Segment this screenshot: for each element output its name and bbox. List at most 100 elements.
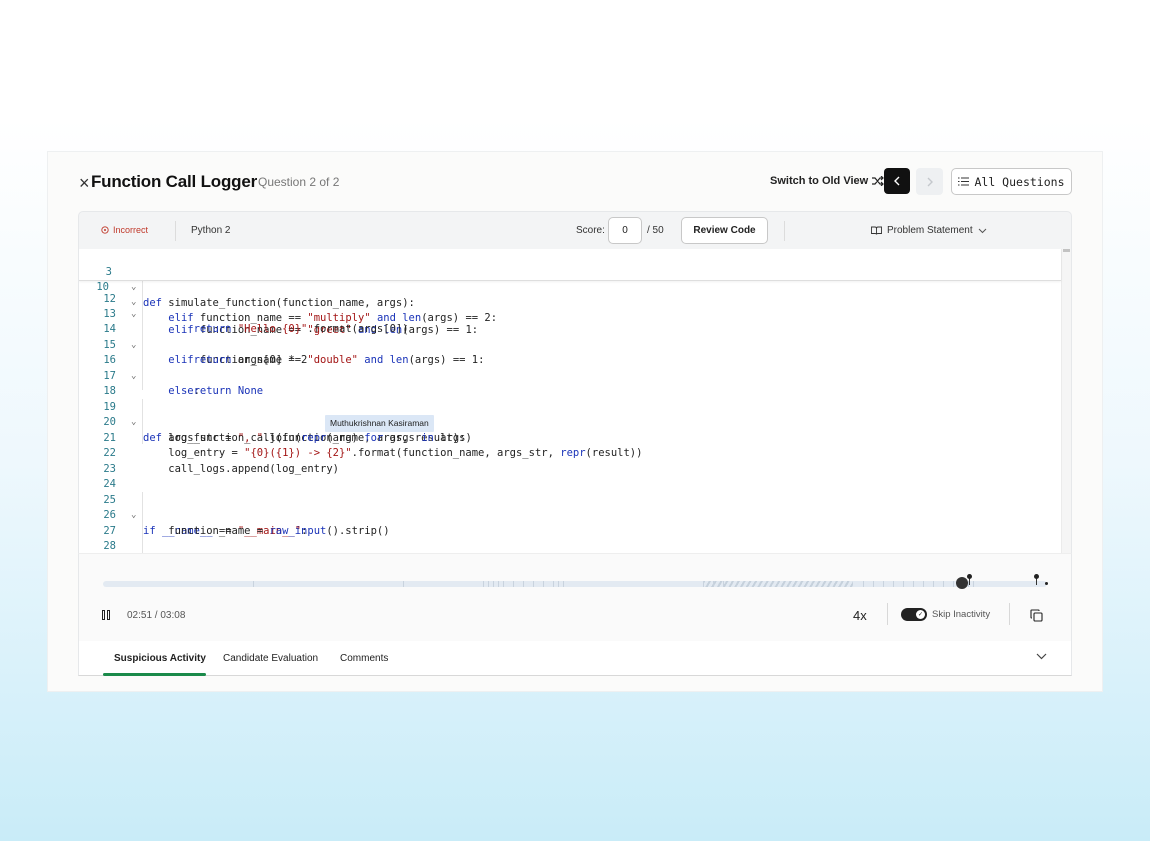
timeline-activity-tick [513, 581, 514, 587]
score-max: / 50 [647, 225, 664, 236]
code-line: 20 args_str = ", ".join(repr(arg) for ar… [103, 416, 472, 444]
skip-inactivity-toggle[interactable]: ✓ [901, 608, 927, 621]
tab-comments[interactable]: Comments [340, 653, 388, 664]
code-line: 24 [103, 478, 116, 490]
chevron-down-icon[interactable] [1036, 653, 1047, 660]
timeline-activity-tick [863, 581, 864, 587]
event-marker-dot[interactable] [1034, 574, 1039, 579]
timeline-activity-tick [893, 581, 894, 587]
timeline-activity-tick [403, 581, 404, 587]
chevron-down-icon [978, 228, 986, 233]
score-input[interactable]: 0 [608, 217, 642, 244]
code-line: 25 ⌄ if __name__ == "__main__": [103, 493, 308, 537]
divider [887, 603, 888, 625]
fold-chevron-icon[interactable]: ⌄ [131, 338, 136, 354]
divider [1009, 603, 1010, 625]
timeline-activity-tick [953, 581, 954, 587]
timeline-activity-tick [563, 581, 564, 587]
timeline-activity-tick [483, 581, 484, 587]
timeline-activity-tick [973, 581, 974, 587]
timeline-activity-tick [493, 581, 494, 587]
tab-candidate-evaluation[interactable]: Candidate Evaluation [223, 653, 318, 664]
playback-time: 02:51 / 03:08 [127, 610, 186, 621]
active-tab-indicator [103, 673, 206, 676]
timeline-activity-tick [703, 581, 704, 587]
question-counter: Question 2 of 2 [258, 175, 340, 189]
code-line: 27 [103, 524, 116, 537]
close-icon[interactable]: × [79, 173, 90, 194]
timeline-activity-tick [903, 581, 904, 587]
problem-statement-label: Problem Statement [887, 225, 973, 236]
code-line: 29 [79, 539, 117, 553]
fold-chevron-icon[interactable]: ⌄ [131, 295, 136, 311]
all-questions-button[interactable]: All Questions [951, 168, 1072, 195]
scrollbar-thumb[interactable] [1063, 249, 1070, 252]
divider [175, 221, 176, 241]
timeline-end-dot [1045, 582, 1048, 585]
timeline-activity-tick [923, 581, 924, 587]
indent-guide [142, 399, 143, 444]
timeline-activity-tick [498, 581, 499, 587]
code-text: def simulate_function(function_name, arg… [143, 296, 415, 309]
timeline-activity-tick [543, 581, 544, 587]
list-icon [958, 177, 970, 186]
code-editor[interactable]: 3 ⌄ def simulate_function(function_name,… [78, 249, 1072, 553]
playback-timeline[interactable] [103, 581, 1047, 587]
shuffle-icon [872, 176, 885, 186]
copy-icon[interactable] [1030, 609, 1043, 622]
timeline-activity-tick [883, 581, 884, 587]
check-icon: ✓ [916, 610, 925, 619]
event-marker-dot[interactable] [967, 574, 972, 579]
fold-chevron-icon[interactable]: ⌄ [131, 369, 136, 385]
timeline-activity-tick [488, 581, 489, 587]
previous-question-button[interactable] [884, 168, 910, 194]
review-code-button[interactable]: Review Code [681, 217, 768, 244]
timeline-activity-tick [253, 581, 254, 587]
code-text: elif function_name == "multiply" and len… [168, 311, 498, 324]
timeline-activity-tick [503, 581, 504, 587]
question-review-panel: × Function Call Logger Question 2 of 2 S… [48, 152, 1102, 691]
book-icon [871, 226, 882, 235]
timeline-activity-tick [558, 581, 559, 587]
playback-scrubber-handle[interactable] [956, 577, 968, 589]
inactivity-segment [703, 581, 853, 587]
tab-suspicious-activity[interactable]: Suspicious Activity [114, 653, 206, 664]
fold-chevron-icon[interactable]: ⌄ [131, 508, 136, 524]
status-badge-label: Incorrect [113, 225, 149, 235]
code-line: 28 n = int(raw_input().strip()) [103, 540, 116, 552]
code-line: 26 function_name = raw_input().strip() [103, 509, 390, 537]
code-line: 23 [103, 462, 116, 475]
code-line: 18 [103, 385, 116, 397]
switch-old-view-label: Switch to Old View [770, 175, 869, 187]
language-label: Python 2 [191, 225, 231, 236]
switch-old-view-button[interactable]: Switch to Old View [770, 175, 885, 187]
next-question-button[interactable] [916, 168, 943, 195]
code-line: 19 ⌄ def log_function_call(function_name… [103, 400, 466, 444]
sticky-line: 3 ⌄ def simulate_function(function_name,… [79, 249, 415, 309]
indent-guide [142, 492, 143, 553]
editor-scrollbar[interactable] [1061, 249, 1071, 553]
timeline-activity-tick [553, 581, 554, 587]
fold-chevron-icon[interactable]: ⌄ [131, 280, 136, 296]
pause-icon[interactable] [102, 610, 110, 620]
bottom-tabs: Suspicious Activity Candidate Evaluation… [78, 641, 1072, 676]
playback-controls: 02:51 / 03:08 4x ✓ Skip Inactivity [78, 553, 1072, 642]
timeline-activity-tick [913, 581, 914, 587]
code-toolbar: Incorrect Python 2 Score: 0 / 50 Review … [78, 211, 1072, 250]
playback-speed-button[interactable]: 4x [853, 608, 867, 623]
problem-statement-dropdown[interactable]: Problem Statement [871, 225, 987, 236]
timeline-activity-tick [943, 581, 944, 587]
timeline-activity-tick [873, 581, 874, 587]
code-line: 17 return None [103, 369, 264, 398]
page-title: Function Call Logger [91, 172, 257, 191]
code-line: 21 log_entry = "{0}({1}) -> {2}".format(… [103, 431, 643, 460]
timeline-activity-tick [533, 581, 534, 587]
skip-inactivity-label: Skip Inactivity [932, 609, 991, 620]
chevron-right-icon [927, 177, 933, 186]
incorrect-circle-icon [101, 226, 109, 234]
sticky-line: 10 ⌄ elif function_name == "multiply" an… [79, 264, 497, 324]
fold-chevron-icon[interactable]: ⌄ [131, 415, 136, 431]
score-label: Score: [576, 225, 605, 236]
collaborator-cursor-label: Muthukrishnan Kasiraman [325, 415, 434, 432]
timeline-activity-tick [523, 581, 524, 587]
